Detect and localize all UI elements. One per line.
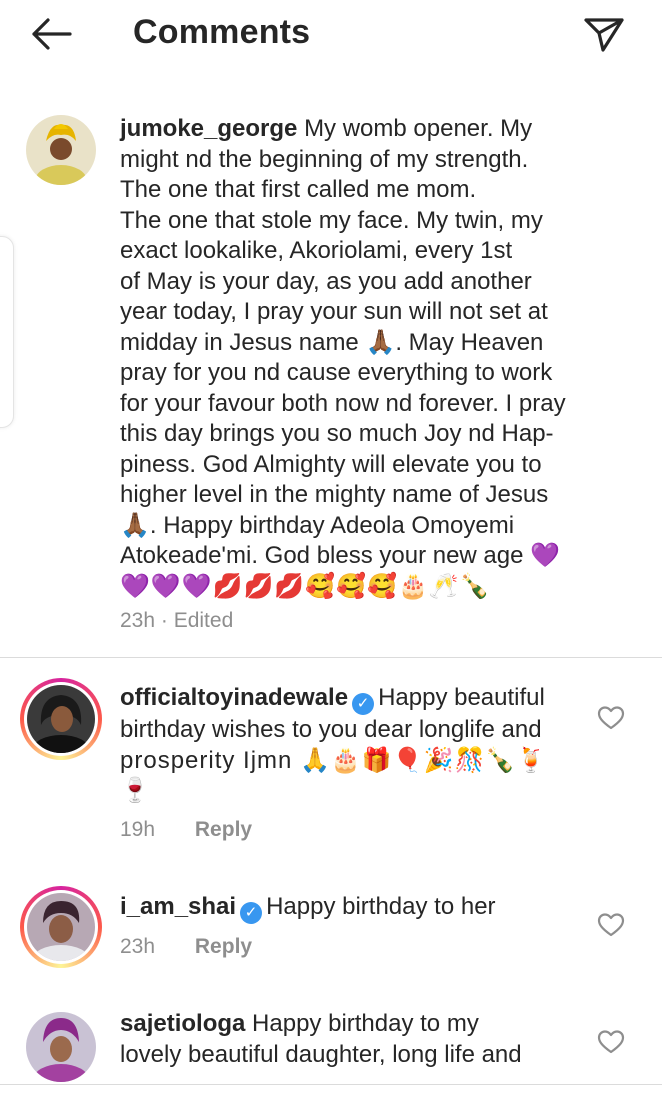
- comment-meta: 19h Reply: [120, 818, 252, 842]
- comment-meta: 23h Reply: [120, 935, 252, 959]
- page-title: Comments: [133, 13, 311, 51]
- reply-button[interactable]: Reply: [195, 935, 252, 958]
- avatar[interactable]: [26, 1012, 96, 1082]
- verified-badge-icon: ✓: [352, 693, 375, 715]
- app-header: Comments: [0, 0, 662, 72]
- avatar[interactable]: [26, 115, 96, 185]
- caption-meta: 23h · Edited: [120, 609, 233, 633]
- avatar-story-ring[interactable]: [20, 678, 102, 760]
- verified-badge-icon: ✓: [240, 902, 263, 924]
- side-panel-edge: [0, 236, 14, 428]
- comment-text: sajetiologa Happy birthday to my lovely …: [120, 1010, 522, 1068]
- heart-outline-icon[interactable]: [597, 1029, 625, 1055]
- comment-username[interactable]: i_am_shai: [120, 893, 236, 920]
- heart-outline-icon[interactable]: [597, 705, 625, 731]
- caption-text: jumoke_george My womb opener. My might n…: [120, 115, 566, 600]
- avatar-story-ring[interactable]: [20, 886, 102, 968]
- avatar: [27, 685, 95, 753]
- bottom-mask: [0, 1085, 662, 1100]
- direct-share-icon[interactable]: [580, 12, 628, 56]
- comment-timestamp: 19h: [120, 818, 156, 841]
- avatar: [27, 893, 95, 961]
- caption-divider: [0, 657, 662, 658]
- comment-text: officialtoyinadewale ✓ Happy beautiful bir…: [120, 684, 548, 804]
- back-arrow-icon[interactable]: [26, 14, 76, 54]
- caption-username[interactable]: jumoke_george: [120, 115, 297, 142]
- comment-username[interactable]: sajetiologa: [120, 1010, 245, 1037]
- comment-text: i_am_shai ✓ Happy birthday to her: [120, 892, 605, 924]
- comment-username[interactable]: officialtoyinadewale: [120, 684, 348, 711]
- caption-timestamp: 23h · Edited: [120, 609, 234, 632]
- comment-timestamp: 23h: [120, 935, 156, 958]
- reply-button[interactable]: Reply: [195, 818, 252, 841]
- heart-outline-icon[interactable]: [597, 912, 625, 938]
